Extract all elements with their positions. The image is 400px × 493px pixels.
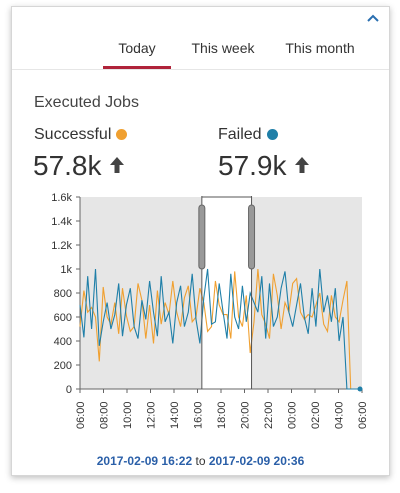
y-tick-label: 1.6k (51, 192, 72, 204)
successful-value: 57.8k (33, 150, 102, 181)
successful-count: 57.8k (33, 150, 124, 182)
x-tick-label: 22:00 (263, 401, 275, 429)
x-tick-label: 06:00 (75, 401, 87, 429)
selection-handle-left[interactable] (198, 204, 206, 270)
section-title: Executed Jobs (34, 94, 139, 111)
period-tabs: Today This week This month (12, 37, 389, 70)
range-end: 2017-02-09 20:36 (208, 454, 305, 468)
tab-today[interactable]: Today (103, 37, 171, 69)
series-end-point (357, 386, 363, 392)
x-tick-label: 10:00 (122, 401, 134, 429)
range-start: 2017-02-09 16:22 (96, 454, 193, 468)
trend-up-icon (294, 157, 309, 173)
selected-range: 2017-02-09 16:22 to 2017-02-09 20:36 (12, 454, 389, 468)
y-tick-label: 800 (54, 288, 72, 300)
successful-legend-dot (116, 129, 128, 140)
trend-up-icon (109, 157, 124, 173)
executed-jobs-widget: Today This week This month Executed Jobs… (11, 6, 390, 476)
y-tick-label: 0 (66, 384, 72, 396)
failed-value: 57.9k (218, 150, 287, 181)
x-tick-label: 04:00 (334, 401, 346, 429)
x-tick-label: 12:00 (146, 401, 158, 429)
x-tick-label: 14:00 (169, 401, 181, 429)
y-tick-label: 200 (54, 360, 72, 372)
chevron-up-icon[interactable] (365, 11, 381, 25)
range-separator: to (195, 454, 206, 468)
failed-label-text: Failed (218, 126, 262, 143)
selection-handle-right[interactable] (248, 204, 256, 270)
x-tick-label: 06:00 (357, 401, 369, 429)
failed-legend-dot (266, 129, 278, 140)
y-tick-label: 1.4k (51, 216, 72, 228)
tab-this-week[interactable]: This week (184, 37, 262, 69)
y-tick-label: 400 (54, 336, 72, 348)
y-tick-label: 1.2k (51, 240, 72, 252)
x-tick-label: 08:00 (99, 401, 111, 429)
successful-label-text: Successful (34, 126, 112, 143)
y-tick-label: 1k (60, 264, 72, 276)
y-tick-label: 600 (54, 312, 72, 324)
x-tick-label: 16:00 (193, 401, 205, 429)
plot-background (80, 197, 202, 389)
x-tick-label: 02:00 (310, 401, 322, 429)
x-tick-label: 20:00 (240, 401, 252, 429)
jobs-chart[interactable]: 0 200 400 600 800 1k 1.2k 1.4k 1.6k 06:00 08:00 10:… (12, 187, 389, 447)
failed-label: Failed (218, 126, 278, 144)
successful-label: Successful (34, 126, 128, 144)
x-tick-label: 00:00 (287, 401, 299, 429)
failed-count: 57.9k (218, 150, 309, 182)
tab-this-month[interactable]: This month (280, 37, 360, 69)
x-tick-label: 18:00 (216, 401, 228, 429)
